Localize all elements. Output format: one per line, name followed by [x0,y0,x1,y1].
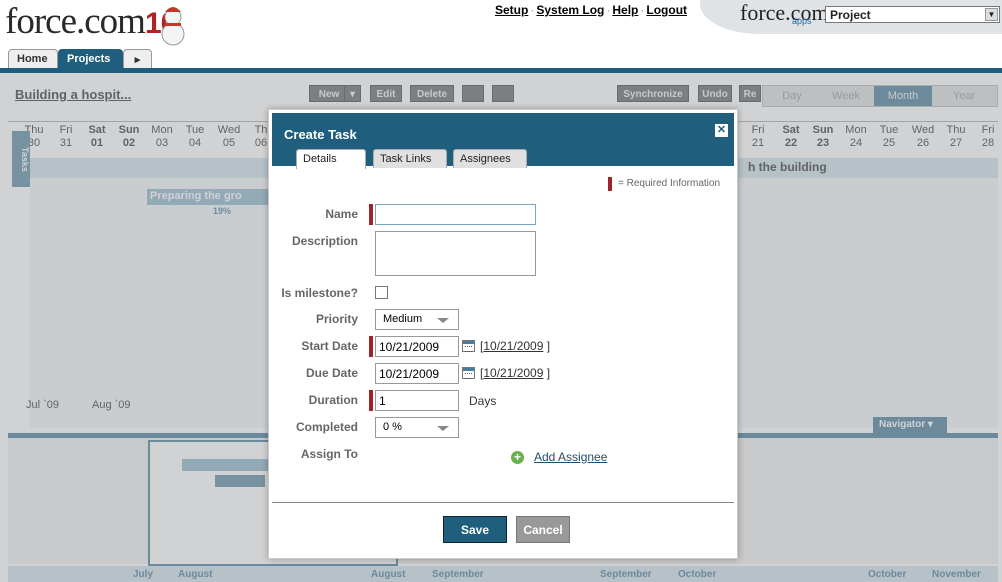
tab-task-links[interactable]: Task Links [373,149,447,168]
start-date-today: [10/21/2009 ] [480,339,551,353]
description-label: Description [291,234,358,248]
apps-label: apps [792,16,812,26]
tab-home[interactable]: Home [8,49,58,69]
description-textarea[interactable] [375,231,536,276]
dialog-title: Create Task [284,127,357,142]
calendar-icon[interactable] [462,340,475,352]
force-apps-logo: force.com [740,0,829,25]
completed-select[interactable]: 0 % [375,417,459,438]
duration-label: Duration [308,393,358,407]
app-switcher: force.com apps Project ▼ [700,0,1002,34]
chevron-down-icon [437,318,449,323]
due-date-label: Due Date [305,366,358,380]
save-button[interactable]: Save [443,516,507,543]
milestone-checkbox[interactable] [375,286,388,299]
due-date-today: [10/21/2009 ] [480,366,551,380]
completed-label: Completed [295,420,358,434]
dialog-divider [272,502,734,503]
required-indicator [608,177,612,191]
force-logo: force.com10 [5,1,177,42]
milestone-label: Is milestone? [281,286,358,300]
priority-select[interactable]: Medium [375,309,459,330]
start-date-input[interactable]: 10/21/2009 [375,336,459,357]
top-links: Setup · System Log · Help · Logout [495,3,687,17]
name-input[interactable] [375,204,536,225]
start-date-label: Start Date [301,339,358,353]
system-log-link[interactable]: System Log [536,3,604,17]
start-date-today-link[interactable]: 10/21/2009 [483,339,543,353]
tab-assignees[interactable]: Assignees [453,149,527,168]
link-separator: · [530,3,535,17]
setup-link[interactable]: Setup [495,3,528,17]
link-separator: · [640,3,645,17]
dialog-header: Create Task ✕ Details Task Links Assigne… [272,113,734,169]
required-indicator [369,390,373,411]
add-icon[interactable]: + [511,451,524,464]
snowman-icon [161,7,185,46]
name-label: Name [325,207,358,221]
add-assignee-link[interactable]: Add Assignee [534,450,607,464]
help-link[interactable]: Help [612,3,638,17]
link-separator: · [606,3,611,17]
duration-unit: Days [469,394,497,408]
calendar-icon[interactable] [462,367,475,379]
tab-more-arrow[interactable]: ▸ [123,49,152,69]
required-note: = Required Information [618,178,721,189]
close-icon[interactable]: ✕ [715,124,728,137]
logout-link[interactable]: Logout [646,3,687,17]
cancel-button[interactable]: Cancel [516,516,570,543]
chevron-down-icon: ▼ [985,8,998,21]
due-date-today-link[interactable]: 10/21/2009 [483,366,543,380]
tab-projects[interactable]: Projects [58,49,123,69]
assign-to-label: Assign To [300,447,358,461]
create-task-dialog: Create Task ✕ Details Task Links Assigne… [268,109,738,559]
chevron-down-icon [437,426,449,431]
priority-label: Priority [315,312,358,326]
app-header: force.com10 Setup · System Log · Help · Logout… [0,0,1002,50]
tab-details[interactable]: Details [296,149,366,169]
duration-input[interactable]: 1 [375,390,459,411]
due-date-input[interactable]: 10/21/2009 [375,363,459,384]
app-select[interactable]: Project ▼ [825,6,1000,23]
required-indicator [369,204,373,225]
required-indicator [369,336,373,357]
